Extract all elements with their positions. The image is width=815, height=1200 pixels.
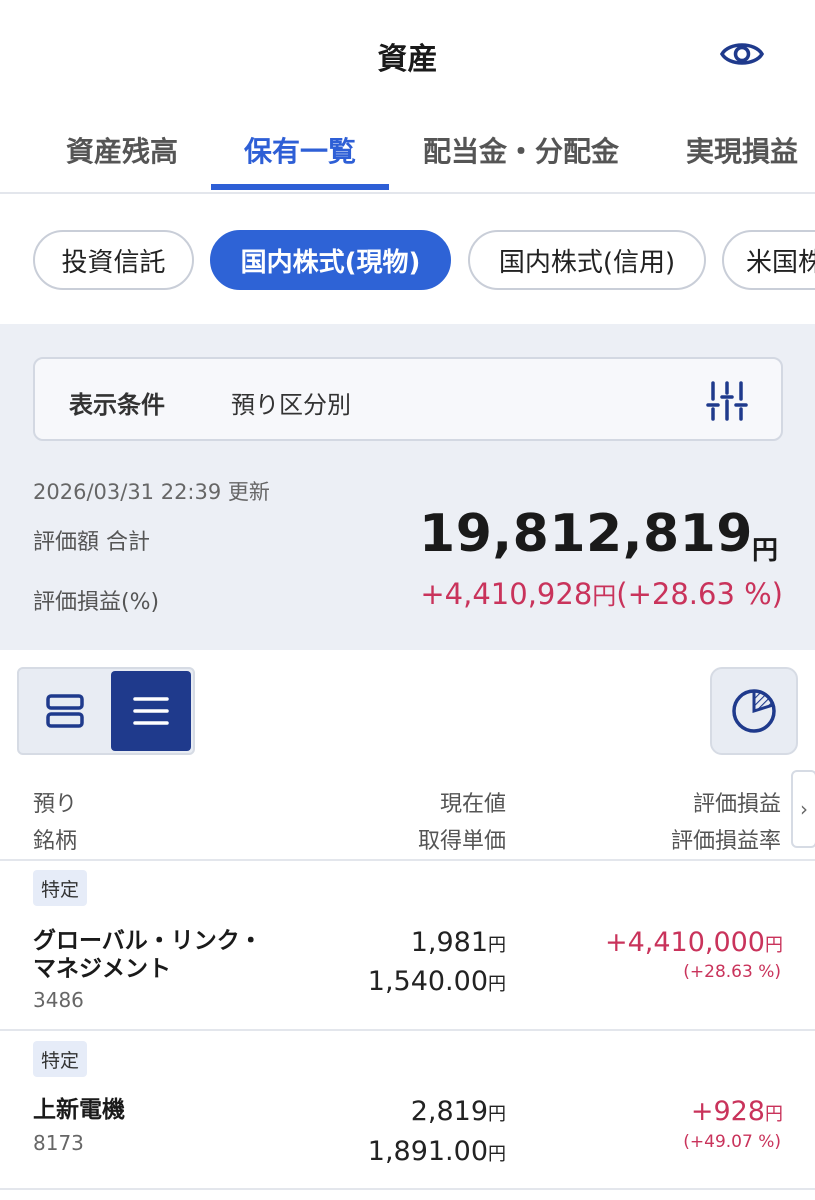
col-header-stock: 銘柄 — [33, 829, 78, 854]
tab-balance[interactable]: 資産残高 — [62, 130, 182, 190]
total-value: 19,812,819 — [419, 504, 753, 564]
acquisition-price-value: 1,891.00 — [367, 1136, 488, 1167]
card-view-icon[interactable] — [21, 671, 109, 751]
stock-code: 8173 — [33, 1131, 84, 1155]
acquisition-price-value: 1,540.00 — [367, 966, 488, 997]
stock-name: 上新電機 — [33, 1096, 333, 1124]
stock-name-line1: 上新電機 — [33, 1097, 125, 1123]
asset-type-chips: 投資信託 国内株式(現物) 国内株式(信用) 米国株 — [0, 196, 815, 324]
display-condition-filter[interactable]: 表示条件 預り区分別 — [33, 357, 783, 441]
row-profit-loss-unit: 円 — [765, 1104, 783, 1125]
col-header-cost: 取得単価 — [417, 829, 506, 854]
chip-us-stocks[interactable]: 米国株 — [722, 230, 815, 290]
total-value-label: 評価額 合計 — [33, 530, 150, 555]
acquisition-price: 1,891.00円 — [368, 1136, 506, 1167]
list-view-icon[interactable] — [111, 671, 191, 751]
current-price-value: 1,981 — [410, 927, 488, 958]
active-tab-indicator — [211, 184, 389, 190]
row-divider — [0, 1188, 815, 1190]
stock-name: グローバル・リンク・ マネジメント — [33, 927, 333, 983]
account-type-badge: 特定 — [33, 870, 88, 906]
pie-chart-icon[interactable] — [710, 667, 798, 755]
tab-realized[interactable]: 実現損益 — [682, 130, 802, 190]
profit-loss-label: 評価損益(%) — [33, 590, 160, 615]
row-profit-loss-unit: 円 — [765, 935, 783, 956]
current-price-unit: 円 — [488, 935, 506, 956]
view-toggle — [17, 667, 195, 755]
row-profit-loss-value: +4,410,000 — [604, 927, 765, 958]
col-header-account: 預り — [33, 792, 78, 817]
sliders-icon[interactable] — [705, 379, 749, 423]
row-profit-loss-rate: (+28.63 %) — [683, 962, 781, 982]
chip-mutual-funds[interactable]: 投資信託 — [33, 230, 194, 290]
row-divider — [0, 1029, 815, 1031]
row-profit-loss-value: +928 — [690, 1096, 765, 1127]
filter-label: 表示条件 — [69, 391, 165, 419]
main-tabs: 資産残高 保有一覧 配当金・分配金 実現損益 — [0, 112, 815, 194]
profit-loss-value: +4,410,928円(+28.63 %) — [420, 576, 783, 611]
chip-domestic-cash[interactable]: 国内株式(現物) — [210, 230, 451, 290]
header-divider — [0, 859, 815, 861]
profit-loss-percent: (+28.63 %) — [616, 577, 783, 611]
acquisition-price: 1,540.00円 — [368, 966, 506, 997]
eye-icon[interactable] — [718, 34, 766, 74]
col-header-pl: 評価損益 — [692, 792, 781, 817]
chip-domestic-margin[interactable]: 国内株式(信用) — [468, 230, 706, 290]
summary-panel: 表示条件 預り区分別 2026/03/31 22:39 更新 評価額 合計 19… — [0, 324, 815, 650]
chevron-right-icon[interactable]: › — [791, 770, 815, 848]
acquisition-price-unit: 円 — [488, 974, 506, 995]
row-profit-loss: +4,410,000円 — [605, 927, 783, 958]
filter-value: 預り区分別 — [231, 391, 351, 419]
profit-loss-unit: 円 — [592, 582, 617, 610]
stock-code: 3486 — [33, 988, 84, 1012]
current-price: 2,819円 — [411, 1096, 506, 1127]
current-price-unit: 円 — [488, 1104, 506, 1125]
profit-loss-amount: +4,410,928 — [420, 577, 593, 611]
total-value-unit: 円 — [752, 536, 779, 566]
stock-name-line2: マネジメント — [33, 956, 171, 982]
app-header: 資産 — [0, 0, 815, 112]
row-profit-loss-rate: (+49.07 %) — [683, 1132, 781, 1152]
col-header-price: 現在値 — [439, 792, 506, 817]
updated-timestamp: 2026/03/31 22:39 更新 — [33, 480, 270, 504]
acquisition-price-unit: 円 — [488, 1144, 506, 1165]
tab-dividends[interactable]: 配当金・分配金 — [418, 130, 624, 190]
tab-holdings[interactable]: 保有一覧 — [230, 130, 370, 190]
row-profit-loss: +928円 — [691, 1096, 783, 1127]
current-price: 1,981円 — [411, 927, 506, 958]
account-type-badge: 特定 — [33, 1041, 88, 1077]
current-price-value: 2,819 — [410, 1096, 488, 1127]
page-title: 資産 — [377, 42, 438, 77]
stock-name-line1: グローバル・リンク・ — [33, 928, 263, 954]
col-header-pl-rate: 評価損益率 — [670, 829, 781, 854]
